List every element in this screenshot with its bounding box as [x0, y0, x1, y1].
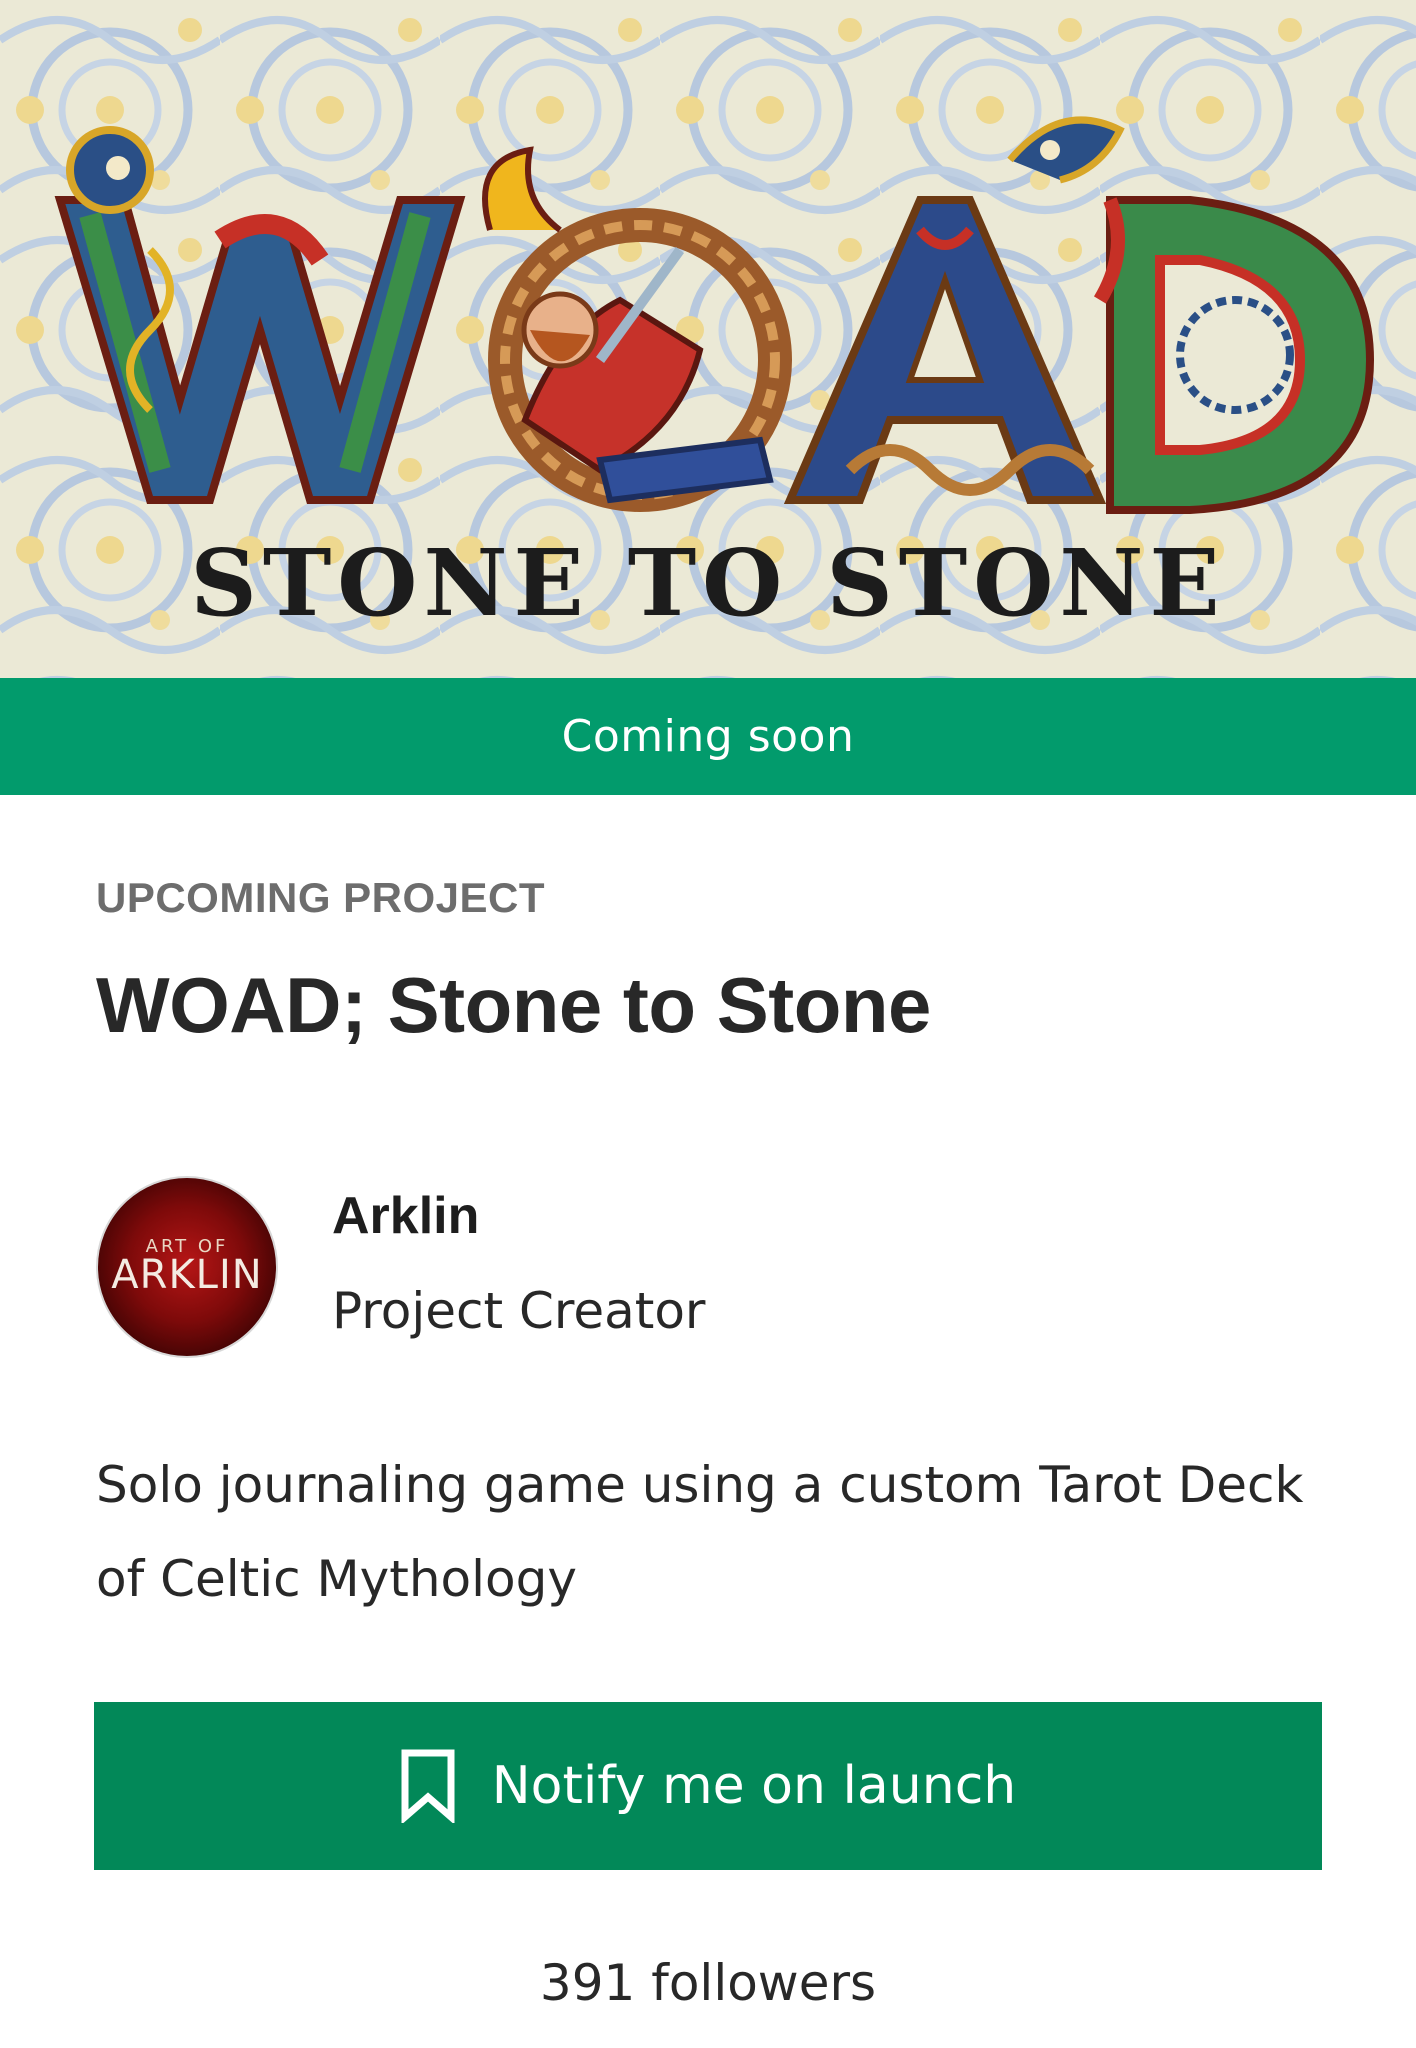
- project-eyebrow: UPCOMING PROJECT: [96, 874, 546, 921]
- hero-subtitle: STONE TO STONE: [190, 529, 1225, 637]
- project-description: Solo journaling game using a custom Taro…: [96, 1456, 1304, 1608]
- avatar-text-main: ARKLIN: [111, 1252, 262, 1298]
- project-hero-image: STONE TO STONE: [0, 0, 1416, 678]
- project-title: WOAD; Stone to Stone: [96, 961, 931, 1049]
- creator-avatar[interactable]: ART OF ARKLIN: [96, 1176, 278, 1358]
- project-page: STONE TO STONE Coming soon UPCOMING PROJ…: [0, 0, 1416, 2048]
- bookmark-icon: [401, 1749, 455, 1823]
- followers-count: 391 followers: [539, 1954, 877, 2012]
- notify-me-button[interactable]: Notify me on launch: [94, 1702, 1322, 1870]
- notify-button-label: Notify me on launch: [491, 1756, 1017, 1816]
- creator-block[interactable]: ART OF ARKLIN Arklin Project Creator: [96, 1174, 1316, 1364]
- status-banner: Coming soon: [0, 678, 1416, 795]
- creator-role: Project Creator: [332, 1282, 706, 1340]
- status-label: Coming soon: [561, 711, 855, 762]
- creator-name[interactable]: Arklin: [332, 1186, 479, 1246]
